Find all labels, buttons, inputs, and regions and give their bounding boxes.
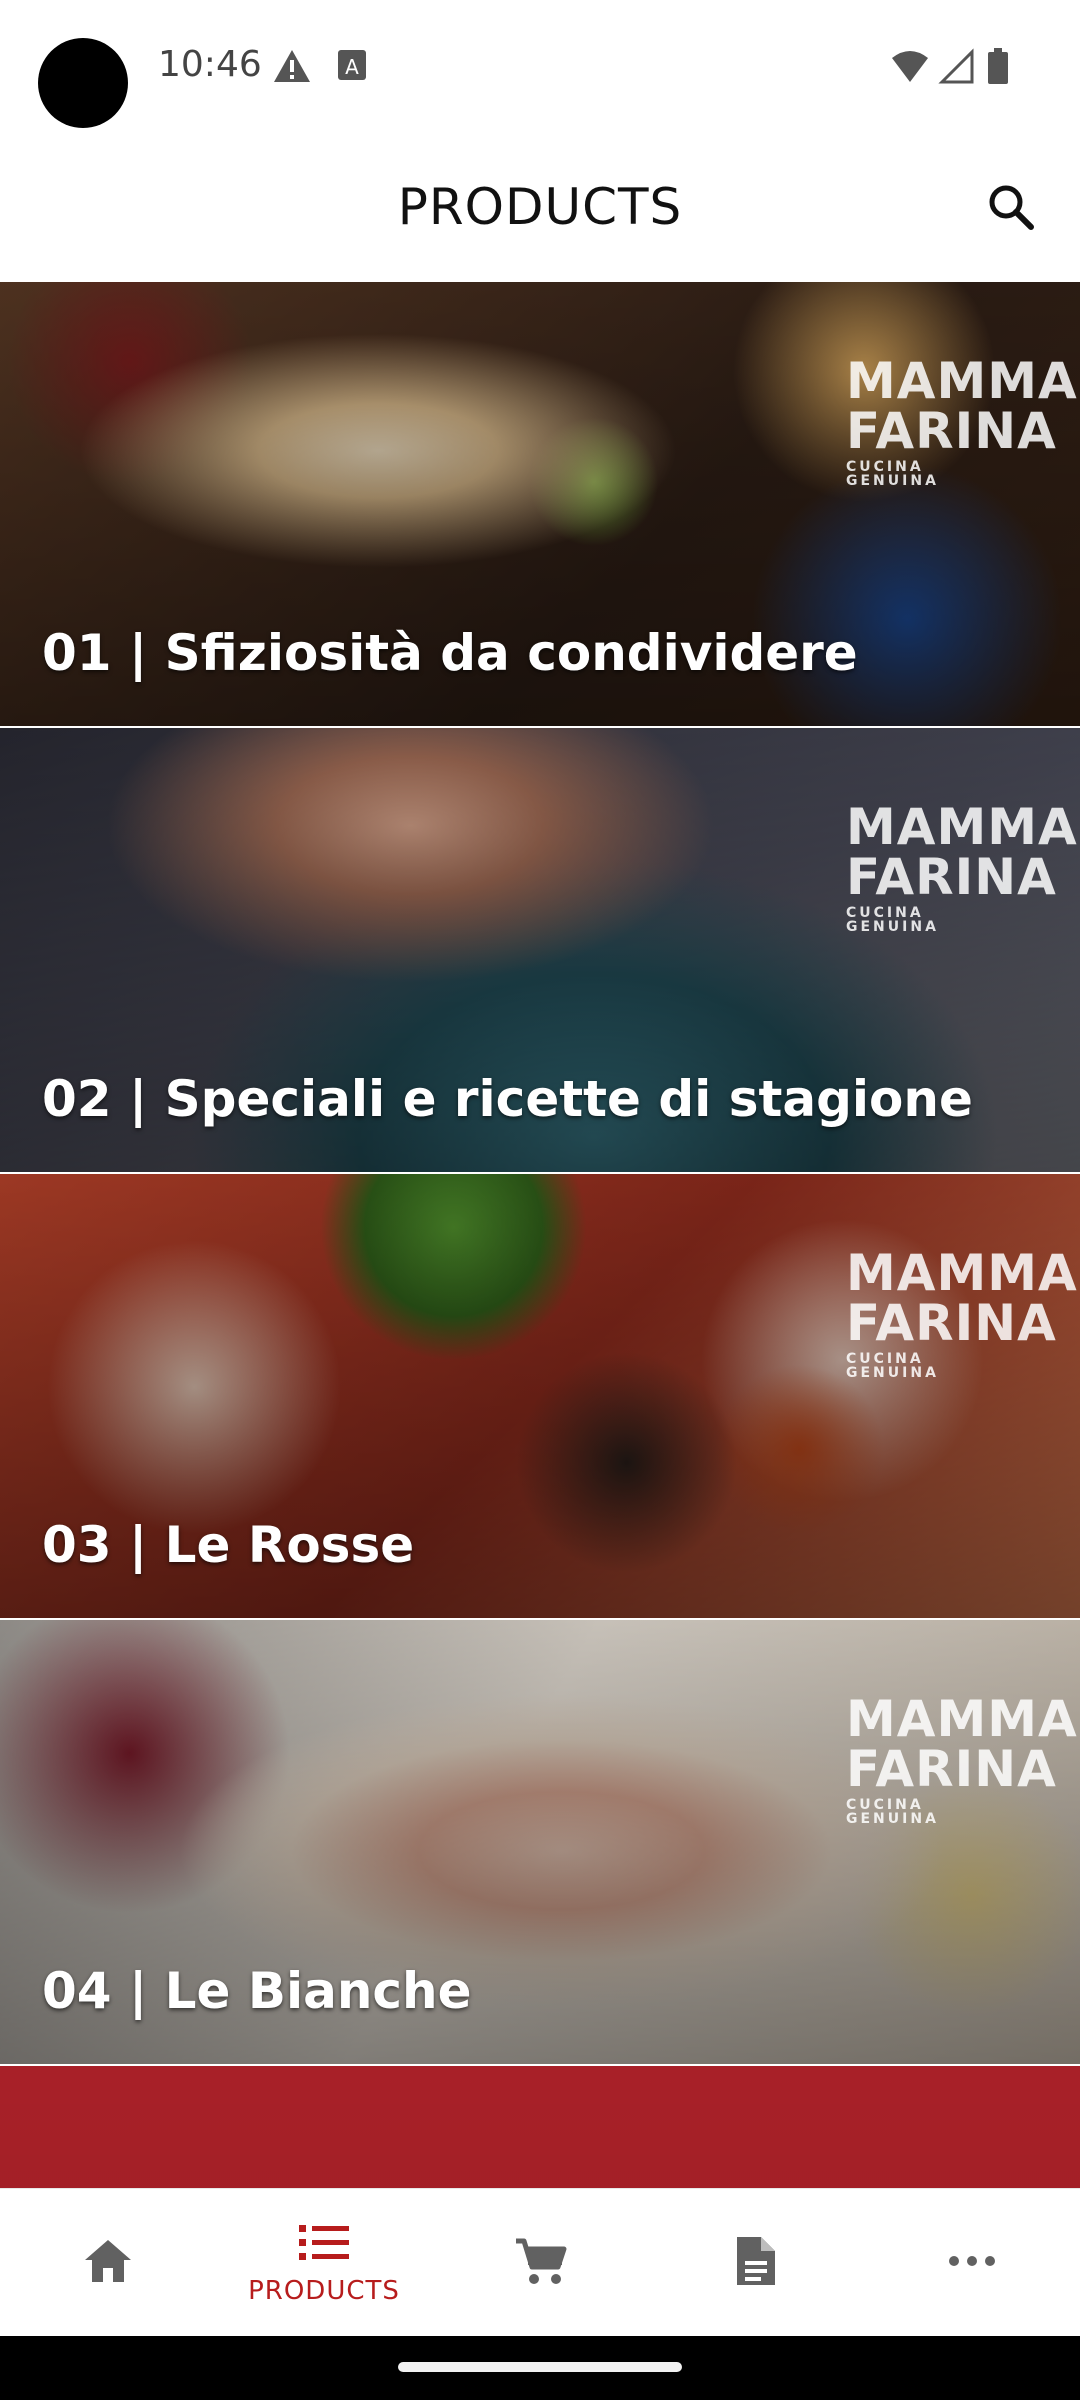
category-list: MAMMA FARINA CUCINA GENUINA 01 | Sfizios… <box>0 282 1080 2188</box>
warning-icon <box>272 48 312 89</box>
status-bar: 10:46 A <box>0 0 1080 140</box>
status-time: 10:46 <box>158 44 262 85</box>
app-bar: PRODUCTS <box>0 140 1080 282</box>
category-card-le-rosse[interactable]: MAMMA FARINA CUCINA GENUINA 03 | Le Ross… <box>0 1174 1080 1618</box>
category-label: 03 | Le Rosse <box>42 1516 415 1574</box>
category-label: 04 | Le Bianche <box>42 1962 472 2020</box>
nav-products-label: PRODUCTS <box>248 2275 400 2306</box>
category-card-sfiziosita[interactable]: MAMMA FARINA CUCINA GENUINA 01 | Sfizios… <box>0 282 1080 726</box>
more-icon <box>947 2254 997 2273</box>
wifi-icon <box>890 48 930 89</box>
page-title: PRODUCTS <box>397 178 683 236</box>
home-gesture-handle[interactable] <box>398 2362 682 2372</box>
a-box-icon: A <box>336 48 368 87</box>
brand-watermark: MAMMA FARINA CUCINA GENUINA <box>846 1690 1078 1827</box>
nav-orders[interactable] <box>648 2189 864 2337</box>
nav-products[interactable]: PRODUCTS <box>216 2189 432 2337</box>
document-icon <box>733 2233 779 2294</box>
battery-icon <box>986 48 1010 91</box>
signal-icon <box>938 48 974 89</box>
category-label: 01 | Sfiziosità da condividere <box>42 624 858 682</box>
search-icon <box>985 181 1037 238</box>
list-icon <box>297 2221 351 2270</box>
brand-watermark: MAMMA FARINA CUCINA GENUINA <box>846 1244 1078 1381</box>
category-card-le-bianche[interactable]: MAMMA FARINA CUCINA GENUINA 04 | Le Bian… <box>0 1620 1080 2064</box>
brand-watermark: MAMMA FARINA CUCINA GENUINA <box>846 798 1078 935</box>
category-card-partial[interactable] <box>0 2066 1080 2188</box>
system-navigation-bar <box>0 2336 1080 2400</box>
card-shade <box>0 2066 1080 2188</box>
nav-home[interactable] <box>0 2189 216 2337</box>
nav-cart[interactable] <box>432 2189 648 2337</box>
svg-text:A: A <box>345 55 359 79</box>
search-button[interactable] <box>978 176 1044 242</box>
category-label: 02 | Speciali e ricette di stagione <box>42 1070 973 1128</box>
home-icon <box>81 2236 135 2291</box>
nav-more[interactable] <box>864 2189 1080 2337</box>
camera-cutout <box>38 38 128 128</box>
brand-watermark: MAMMA FARINA CUCINA GENUINA <box>846 352 1078 489</box>
cart-icon <box>512 2235 568 2292</box>
bottom-navigation: PRODUCTS <box>0 2188 1080 2337</box>
category-card-speciali[interactable]: MAMMA FARINA CUCINA GENUINA 02 | Special… <box>0 728 1080 1172</box>
